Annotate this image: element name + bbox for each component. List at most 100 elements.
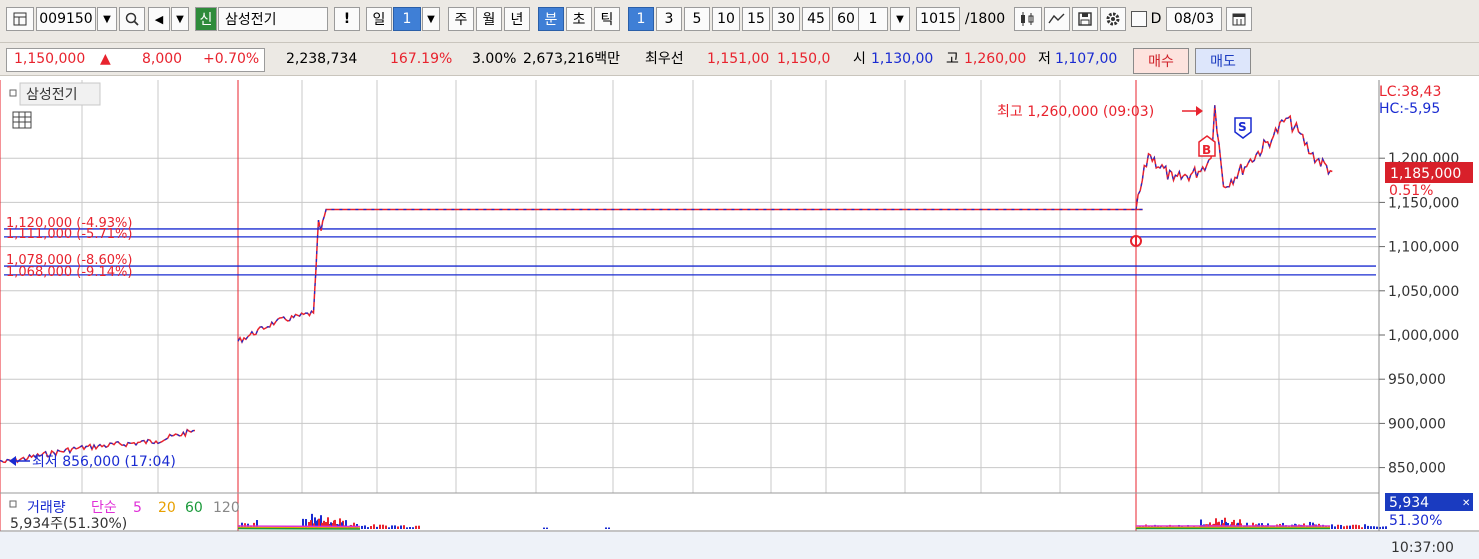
current-price-badge-text: 1,185,000 xyxy=(1390,166,1461,182)
volume-bar xyxy=(403,525,405,529)
volume-badge-pct: 51.30% xyxy=(1389,513,1442,529)
volume-bar xyxy=(391,525,393,529)
period-month-button[interactable]: 월 xyxy=(476,7,502,31)
current-price: 1,150,000 xyxy=(14,51,86,67)
current-pct-label: 0.51% xyxy=(1389,183,1433,199)
best-price-label: 최우선 xyxy=(645,51,684,67)
save-icon[interactable] xyxy=(1072,7,1098,31)
volume-bar xyxy=(1349,525,1351,529)
period-dropdown-chevron-icon[interactable]: ▼ xyxy=(422,7,440,31)
volume-bar xyxy=(546,527,548,529)
alert-button[interactable]: ! xyxy=(334,7,360,31)
price-change-pct: +0.70% xyxy=(203,51,260,67)
grid-menu-icon[interactable] xyxy=(6,7,34,31)
y-tick-label: 950,000 xyxy=(1388,372,1446,388)
search-icon[interactable] xyxy=(119,7,145,31)
low-price: 1,107,00 xyxy=(1055,51,1118,67)
y-tick-label: 1,050,000 xyxy=(1388,284,1459,300)
volume-bar xyxy=(379,524,381,529)
count-input[interactable]: 1015 xyxy=(916,7,960,31)
period-minute-button[interactable]: 분 xyxy=(538,7,564,31)
volume-bar xyxy=(1337,524,1339,529)
candle-style-icon[interactable] xyxy=(1014,7,1042,31)
low-annotation: 최저 856,000 (17:04) xyxy=(32,454,176,470)
date-input[interactable]: 08/03 xyxy=(1166,7,1222,31)
table-icon xyxy=(13,12,27,26)
volume-bar xyxy=(406,527,408,529)
y-tick-label: 900,000 xyxy=(1388,416,1446,432)
volume-bar xyxy=(1376,526,1378,529)
volume-bar xyxy=(415,525,417,529)
y-tick-label: 850,000 xyxy=(1388,461,1446,477)
minute-option-15[interactable]: 15 xyxy=(742,7,770,31)
volume-bar xyxy=(1364,524,1366,529)
chart-background xyxy=(0,76,1479,559)
sell-marker-label: S xyxy=(1238,120,1247,134)
price-chart[interactable]: 1,120,000 (-4.93%)1,111,000 (-5.71%)1,07… xyxy=(0,76,1479,559)
high-price: 1,260,00 xyxy=(964,51,1027,67)
stock-code-input[interactable]: 009150 xyxy=(36,7,96,31)
volume-bar xyxy=(1373,526,1375,529)
session-start-marker xyxy=(1130,235,1142,247)
period-day-button[interactable]: 일 xyxy=(366,7,392,31)
minute-option-5[interactable]: 5 xyxy=(684,7,710,31)
volume-title: 거래량 xyxy=(27,500,66,516)
lc-label: LC:38,43 xyxy=(1379,84,1441,100)
volume-bar xyxy=(1361,527,1363,529)
volume-bar xyxy=(1352,524,1354,529)
prev-stock-icon[interactable]: ◀ xyxy=(148,7,170,31)
volume-bar xyxy=(1358,525,1360,529)
code-dropdown-chevron-icon[interactable]: ▼ xyxy=(97,7,117,31)
minute-option-3[interactable]: 3 xyxy=(656,7,682,31)
volume-bar xyxy=(412,527,414,529)
minute-option-10[interactable]: 10 xyxy=(712,7,740,31)
volume-bar xyxy=(1340,524,1342,529)
volume-ma-120: 120 xyxy=(213,500,240,516)
period-value-field[interactable]: 1 xyxy=(393,7,421,31)
history-dropdown-chevron-icon[interactable]: ▼ xyxy=(171,7,189,31)
minute-option-60[interactable]: 60 xyxy=(832,7,860,31)
best-bid: 1,150,0 xyxy=(777,51,831,67)
volume-bar xyxy=(608,527,610,529)
date-checkbox[interactable] xyxy=(1131,11,1147,27)
data-table-icon[interactable] xyxy=(12,111,32,129)
line-tool-icon[interactable] xyxy=(1044,7,1070,31)
volume-bar xyxy=(382,524,384,529)
interval-dropdown-chevron-icon[interactable]: ▼ xyxy=(890,7,910,31)
volume-ma-line xyxy=(237,525,361,528)
volume-badge-close-icon[interactable]: ✕ xyxy=(1462,498,1470,509)
volume-bar xyxy=(409,527,411,529)
minute-option-30[interactable]: 30 xyxy=(772,7,800,31)
hc-label: HC:-5,95 xyxy=(1379,101,1440,117)
volume-ma-label: 단순 xyxy=(91,500,117,516)
volume-ma-60: 60 xyxy=(185,500,203,516)
settings-gear-icon[interactable] xyxy=(1100,7,1126,31)
open-label: 시 xyxy=(853,51,866,67)
period-year-button[interactable]: 년 xyxy=(504,7,530,31)
minute-option-1[interactable]: 1 xyxy=(628,7,654,31)
volume-bar xyxy=(543,527,545,529)
price-level-label: 1,068,000 (-9.14%) xyxy=(6,265,132,280)
volume-bar xyxy=(364,525,366,529)
volume-bar xyxy=(394,525,396,529)
buy-button[interactable]: 매수 xyxy=(1133,48,1189,74)
stock-name-field[interactable]: 삼성전기 xyxy=(218,7,328,31)
period-second-button[interactable]: 초 xyxy=(566,7,592,31)
volume-bar xyxy=(367,527,369,529)
period-week-button[interactable]: 주 xyxy=(448,7,474,31)
volume-bar xyxy=(397,526,399,529)
date-checkbox-label: D xyxy=(1150,11,1162,27)
volume-bar xyxy=(373,524,375,529)
volume-bar xyxy=(1331,524,1333,529)
minute-option-45[interactable]: 45 xyxy=(802,7,830,31)
calendar-icon[interactable] xyxy=(1226,7,1252,31)
quote-bar: 1,150,000 ▲ 8,000 +0.70% 2,238,734 167.1… xyxy=(0,43,1479,76)
period-tick-button[interactable]: 틱 xyxy=(594,7,620,31)
volume-bar xyxy=(1382,526,1384,529)
volume-ma-20: 20 xyxy=(158,500,176,516)
sell-button[interactable]: 매도 xyxy=(1195,48,1251,74)
time-label: 10:37:00 xyxy=(1391,540,1454,556)
interval-input[interactable]: 1 xyxy=(858,7,888,31)
volume-ratio: 167.19% xyxy=(390,51,453,67)
high-annotation: 최고 1,260,000 (09:03) xyxy=(997,104,1154,120)
